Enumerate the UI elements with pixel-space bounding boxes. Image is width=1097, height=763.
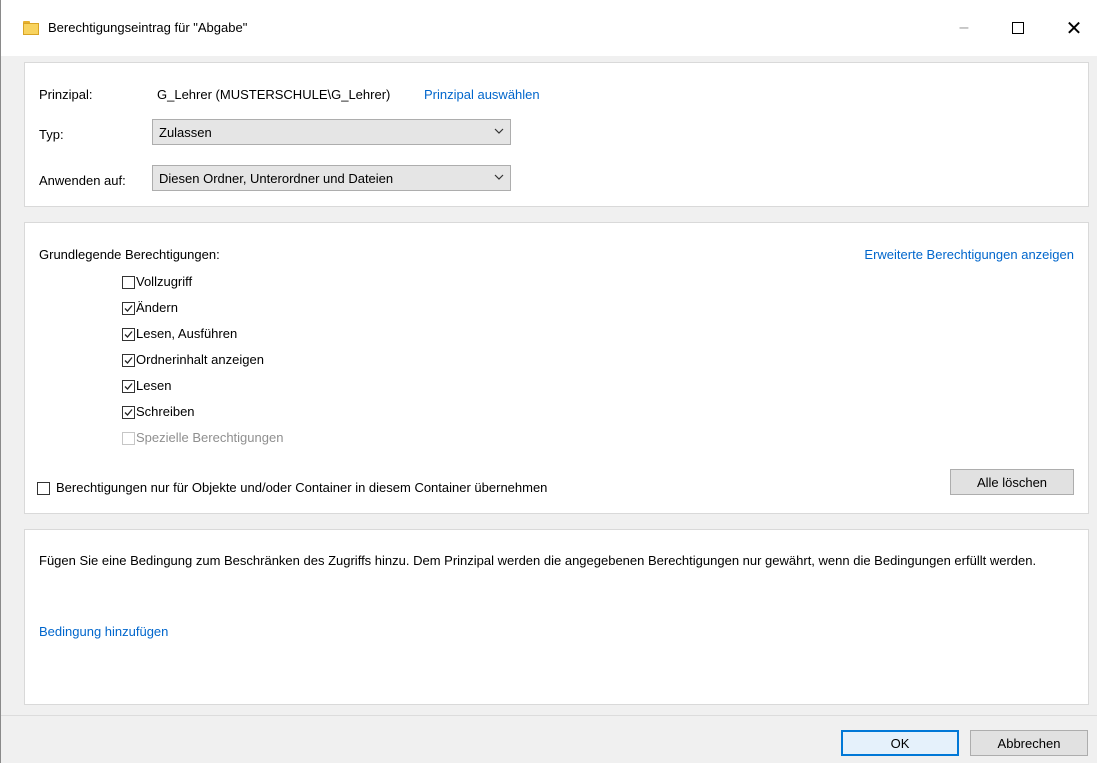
cancel-button[interactable]: Abbrechen — [970, 730, 1088, 756]
checkmark-icon — [124, 357, 133, 364]
apply-to-label: Anwenden auf: — [39, 173, 126, 188]
clear-all-button[interactable]: Alle löschen — [950, 469, 1074, 495]
principal-value: G_Lehrer (MUSTERSCHULE\G_Lehrer) — [157, 87, 391, 102]
permission-checkbox[interactable] — [122, 380, 135, 393]
permission-checkbox[interactable] — [122, 302, 135, 315]
permission-label: Ordnerinhalt anzeigen — [136, 352, 264, 367]
permission-label: Vollzugriff — [136, 274, 193, 289]
advanced-permissions-link[interactable]: Erweiterte Berechtigungen anzeigen — [864, 247, 1074, 262]
permissions-header: Grundlegende Berechtigungen: — [39, 247, 220, 262]
close-button[interactable]: ✕ — [1051, 10, 1097, 46]
window-left-border — [0, 0, 1, 763]
footer-separator — [1, 715, 1097, 716]
permission-checkbox[interactable] — [122, 276, 135, 289]
window-title: Berechtigungseintrag für "Abgabe" — [48, 20, 248, 35]
permission-checkbox — [122, 432, 135, 445]
inherit-checkbox-label: Berechtigungen nur für Objekte und/oder … — [56, 480, 548, 495]
select-principal-link[interactable]: Prinzipal auswählen — [424, 87, 540, 102]
permission-label: Spezielle Berechtigungen — [136, 430, 284, 445]
chevron-down-icon — [494, 126, 504, 136]
type-dropdown[interactable]: Zulassen — [152, 119, 511, 145]
condition-panel: Fügen Sie eine Bedingung zum Beschränken… — [24, 529, 1089, 705]
condition-description: Fügen Sie eine Bedingung zum Beschränken… — [39, 553, 1037, 568]
chevron-down-icon — [494, 172, 504, 182]
checkmark-icon — [124, 383, 133, 390]
permission-checkbox[interactable] — [122, 328, 135, 341]
principal-label: Prinzipal: — [39, 87, 93, 102]
permissions-panel: Grundlegende Berechtigungen: Erweiterte … — [24, 222, 1089, 514]
maximize-icon — [1012, 22, 1024, 34]
type-dropdown-value: Zulassen — [159, 125, 212, 140]
permission-label: Schreiben — [136, 404, 195, 419]
add-condition-link[interactable]: Bedingung hinzufügen — [39, 624, 168, 639]
apply-to-dropdown[interactable]: Diesen Ordner, Unterordner und Dateien — [152, 165, 511, 191]
type-label: Typ: — [39, 127, 64, 142]
checkmark-icon — [124, 331, 133, 338]
checkmark-icon — [124, 409, 133, 416]
permission-label: Lesen, Ausführen — [136, 326, 238, 341]
permission-checkbox[interactable] — [122, 406, 135, 419]
principal-panel: Prinzipal: G_Lehrer (MUSTERSCHULE\G_Lehr… — [24, 62, 1089, 207]
ok-button[interactable]: OK — [841, 730, 959, 756]
permission-label: Lesen — [136, 378, 172, 393]
folder-icon — [23, 21, 39, 35]
apply-to-dropdown-value: Diesen Ordner, Unterordner und Dateien — [159, 171, 394, 186]
minimize-button[interactable]: – — [941, 10, 987, 46]
permission-label: Ändern — [136, 300, 178, 315]
checkmark-icon — [124, 305, 133, 312]
inherit-checkbox[interactable] — [37, 482, 50, 495]
title-bar: Berechtigungseintrag für "Abgabe" – ✕ — [1, 0, 1097, 56]
permission-checkbox[interactable] — [122, 354, 135, 367]
maximize-button[interactable] — [995, 10, 1041, 46]
